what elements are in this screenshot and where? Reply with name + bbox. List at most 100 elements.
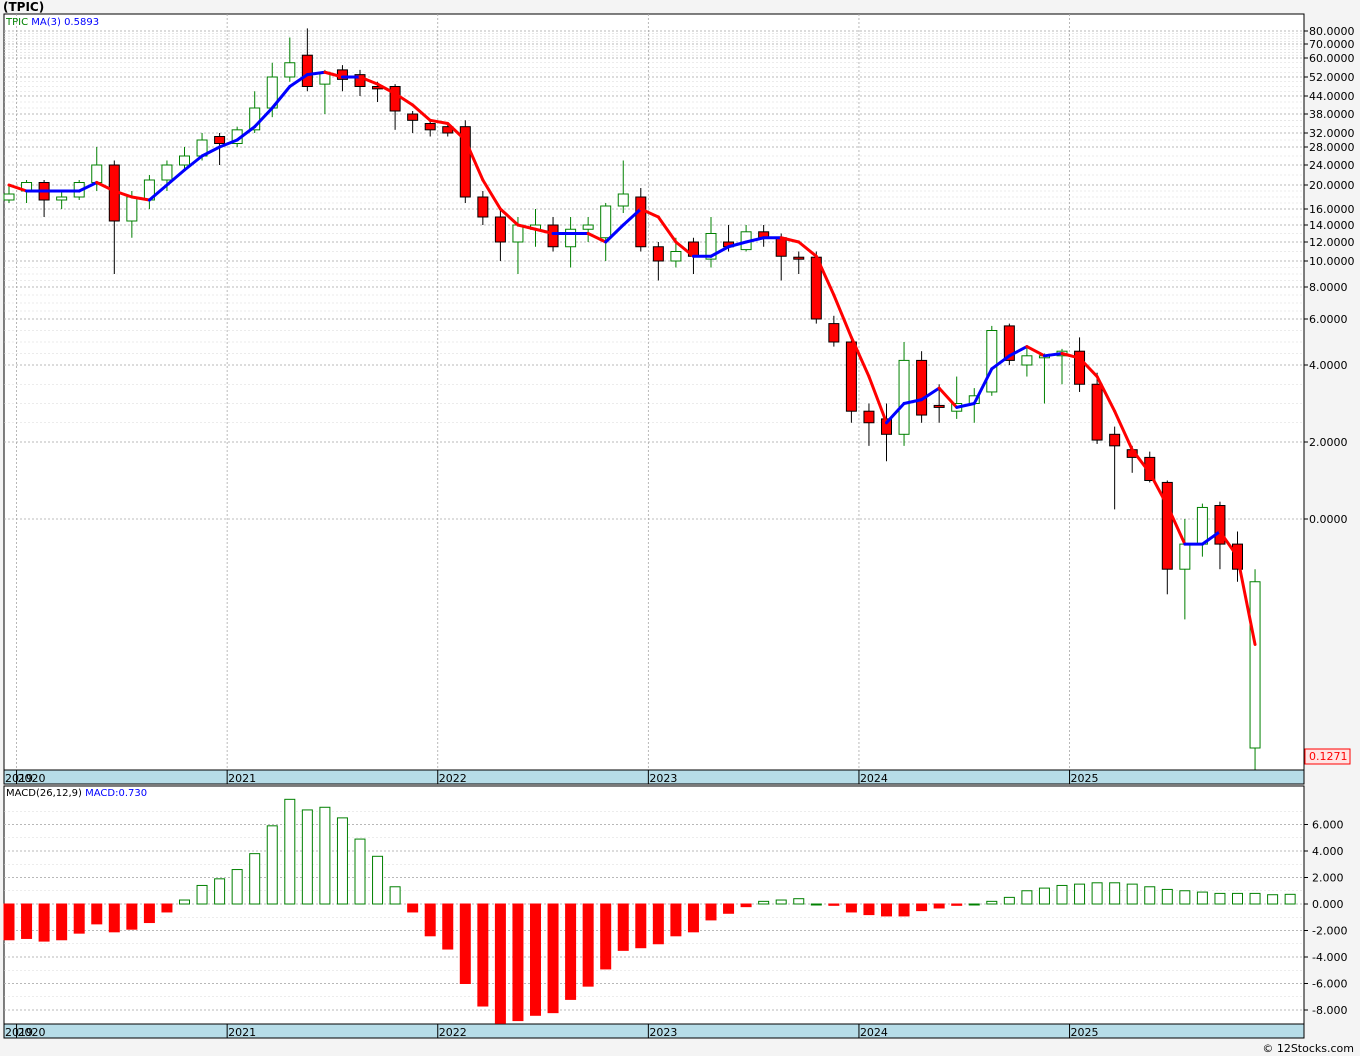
macd-bar	[214, 878, 226, 905]
price-tick-label: 4.0000	[1309, 359, 1348, 372]
price-tick-label: 6.0000	[1309, 313, 1348, 326]
candle-body	[494, 216, 506, 243]
macd-bar	[1056, 884, 1068, 905]
macd-bar	[863, 903, 875, 916]
price-tick-label: 16.0000	[1309, 203, 1355, 216]
price-tick-label: 32.0000	[1309, 127, 1355, 140]
macd-bar	[1021, 890, 1033, 905]
candle-body	[1179, 543, 1191, 570]
macd-year-label: 2022	[439, 1026, 467, 1039]
macd-bar	[723, 903, 735, 914]
candle-body	[845, 341, 857, 412]
macd-bar	[1161, 888, 1173, 905]
candle-body	[1021, 355, 1033, 366]
macd-bar	[407, 903, 419, 913]
macd-bar	[56, 903, 68, 941]
macd-bar	[3, 903, 15, 941]
macd-bar	[424, 903, 436, 937]
macd-bar	[652, 903, 664, 945]
macd-bar	[442, 903, 454, 950]
macd-bar	[617, 903, 629, 951]
price-tick-label: 38.0000	[1309, 108, 1355, 121]
price-tick-label: 0.0000	[1309, 513, 1348, 526]
candle-body	[512, 224, 524, 243]
candle-body	[986, 330, 998, 393]
price-tick-label: 70.0000	[1309, 38, 1355, 51]
price-tick-label: 80.0000	[1309, 25, 1355, 38]
macd-bar	[1126, 883, 1138, 905]
macd-tick-label: -8.000	[1312, 1004, 1347, 1017]
macd-bar	[951, 903, 963, 906]
candle-body	[284, 62, 296, 78]
candle-body	[635, 196, 647, 248]
price-tick-label: 44.0000	[1309, 90, 1355, 103]
macd-bar	[810, 903, 822, 906]
price-legend: TPIC MA(3) 0.5893	[5, 17, 99, 28]
macd-tick-label: 4.000	[1312, 845, 1344, 858]
macd-bar	[898, 903, 910, 917]
candle-body	[126, 196, 138, 222]
price-tick-label: 10.0000	[1309, 255, 1355, 268]
candle-body	[407, 113, 419, 121]
macd-bar	[284, 798, 296, 905]
macd-bar	[196, 884, 208, 905]
macd-year-label: 2020	[18, 1026, 46, 1039]
macd-bar	[1038, 887, 1050, 905]
macd-bar	[336, 817, 348, 905]
candle-body	[1161, 481, 1173, 570]
macd-bar	[143, 903, 155, 924]
price-year-label: 2020	[18, 772, 46, 785]
price-panel: 80.000070.000060.0000 52.0000 44.0000 38.00…	[3, 13, 1355, 785]
macd-bar	[600, 903, 612, 970]
macd-bar	[1003, 896, 1015, 905]
price-tick-label: 28.0000	[1309, 141, 1355, 154]
macd-bar	[73, 903, 85, 934]
macd-bar	[758, 900, 770, 905]
candle-body	[617, 193, 629, 207]
price-tick-label: 20.0000	[1309, 179, 1355, 192]
price-tick-label: 24.0000	[1309, 159, 1355, 172]
macd-bar	[108, 903, 120, 933]
macd-bar	[793, 898, 805, 905]
legend-ticker: TPIC	[5, 17, 31, 28]
last-price-label: 0.1271	[1309, 750, 1348, 763]
candle-body	[652, 246, 664, 262]
candle-body	[214, 136, 226, 144]
macd-year-label: 2021	[228, 1026, 256, 1039]
price-plot-area	[3, 13, 1305, 771]
price-tick-label: 60.0000	[1309, 52, 1355, 65]
macd-bar	[179, 899, 190, 905]
macd-tick-label: 0.000	[1312, 898, 1344, 911]
macd-bar	[845, 903, 857, 913]
chart-stage: (TPIC) 80.0000 70.0000 60.0000 52.0000 44.00…	[0, 0, 1360, 1056]
macd-bar	[389, 886, 401, 905]
macd-bar	[161, 903, 173, 913]
candle-body	[477, 196, 489, 218]
macd-tick-label: -4.000	[1312, 951, 1347, 964]
macd-bar	[916, 903, 928, 912]
legend-ma-value: 0.5893	[64, 17, 99, 28]
macd-bar	[968, 903, 980, 906]
candle-body	[916, 359, 928, 416]
macd-legend-label: MACD(26,12,9)	[6, 788, 85, 799]
price-year-label: 2025	[1071, 772, 1099, 785]
macd-bar	[740, 903, 752, 908]
macd-bar	[1284, 893, 1296, 905]
macd-tick-label: -2.000	[1312, 925, 1347, 938]
macd-bar	[512, 903, 524, 1022]
price-year-label: 2022	[439, 772, 467, 785]
candle-body	[424, 123, 436, 131]
macd-bar	[354, 838, 366, 905]
macd-bar	[38, 903, 50, 942]
macd-bar	[1074, 883, 1086, 905]
macd-bar	[881, 903, 892, 917]
price-year-label: 2021	[228, 772, 256, 785]
macd-bar	[266, 825, 278, 905]
macd-tick-label: 2.000	[1312, 872, 1344, 885]
macd-bar	[530, 903, 541, 1016]
macd-bar	[319, 806, 331, 905]
macd-legend: MACD(26,12,9) MACD:0.730	[6, 788, 147, 799]
macd-bar	[249, 853, 261, 905]
candle-body	[793, 256, 805, 260]
candle-body	[91, 164, 103, 183]
